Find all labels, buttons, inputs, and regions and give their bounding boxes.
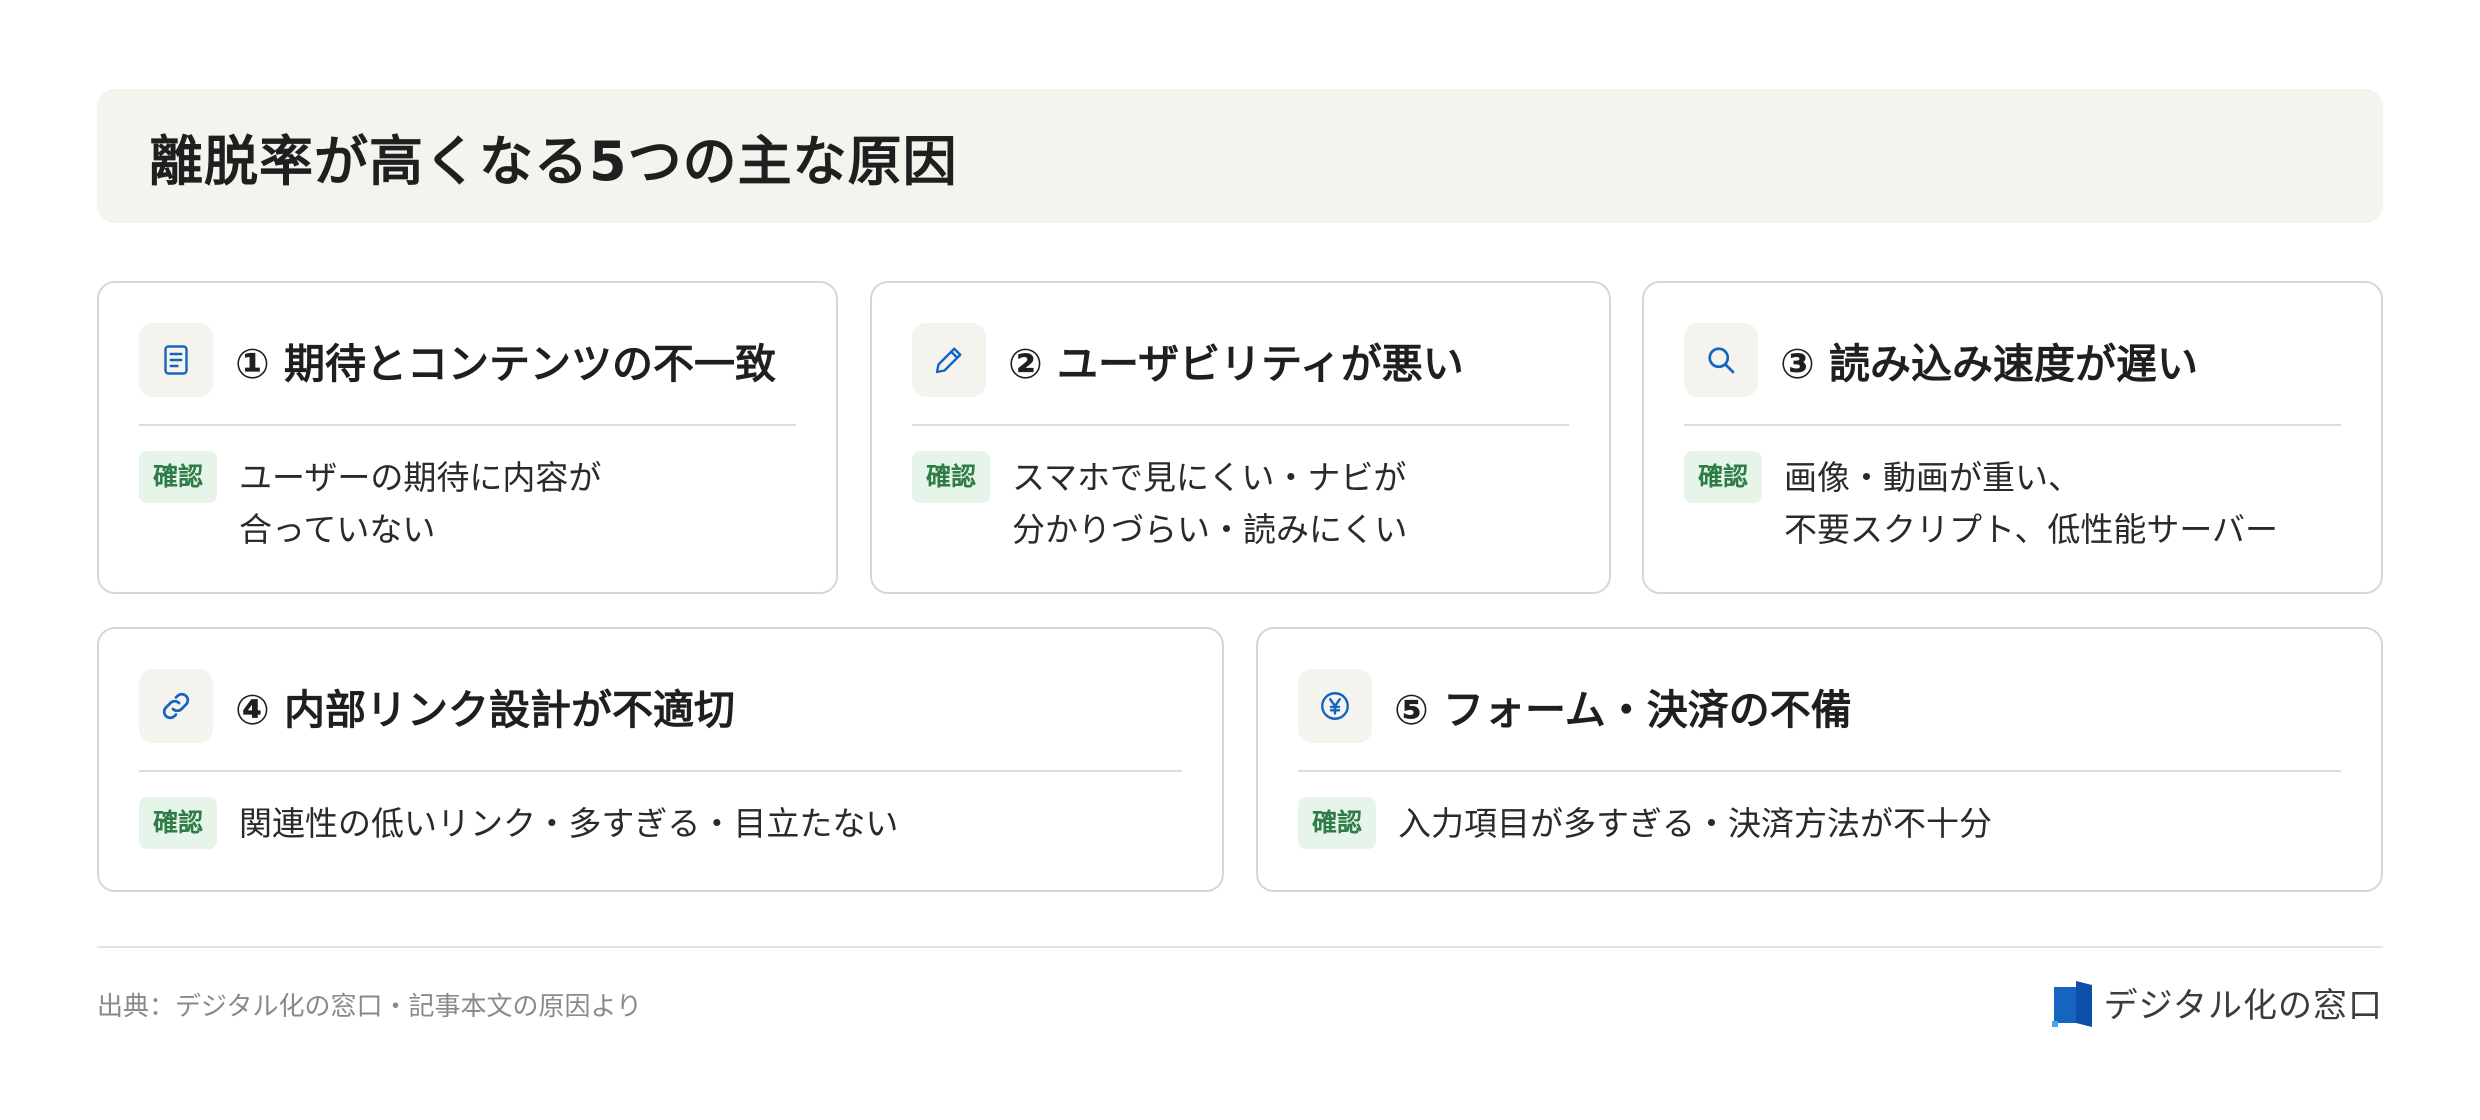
card-title: ① 期待とコンテンツの不一致 xyxy=(235,340,776,388)
desc-line: 関連性の低いリンク・多すぎる・目立たない xyxy=(239,804,899,843)
card-description: 入力項目が多すぎる・決済方法が不十分 xyxy=(1398,798,1992,850)
card-divider xyxy=(139,424,796,426)
desc-line: 合っていない xyxy=(239,510,436,549)
card-body: 確認 入力項目が多すぎる・決済方法が不十分 xyxy=(1298,797,2351,850)
desc-line: 画像・動画が重い、 xyxy=(1784,458,2082,497)
desc-line: ユーザーの期待に内容が xyxy=(239,458,602,497)
card-title: ⑤ フォーム・決済の不備 xyxy=(1394,686,1852,734)
card-body: 確認 関連性の低いリンク・多すぎる・目立たない xyxy=(139,797,1192,850)
cause-card-5: ⑤ フォーム・決済の不備 確認 入力項目が多すぎる・決済方法が不十分 xyxy=(1256,627,2383,892)
desc-line: スマホで見にくい・ナビが xyxy=(1012,458,1407,497)
card-divider xyxy=(139,770,1182,772)
check-badge: 確認 xyxy=(1684,451,1763,503)
card-body: 確認 スマホで見にくい・ナビが 分かりづらい・読みにくい xyxy=(912,451,1579,556)
check-badge: 確認 xyxy=(1298,797,1377,849)
brand: デジタル化の窓口 xyxy=(2051,978,2383,1027)
footer-divider xyxy=(97,946,2383,948)
card-header: ⑤ フォーム・決済の不備 xyxy=(1298,669,2341,743)
card-header: ③ 読み込み速度が遅い xyxy=(1684,323,2341,397)
card-description: ユーザーの期待に内容が 合っていない xyxy=(239,452,601,556)
card-body: 確認 画像・動画が重い、 不要スクリプト、低性能サーバー xyxy=(1684,451,2351,556)
yen-icon xyxy=(1298,669,1372,743)
card-header: ① 期待とコンテンツの不一致 xyxy=(139,323,796,397)
link-icon xyxy=(139,669,213,743)
cause-card-1: ① 期待とコンテンツの不一致 確認 ユーザーの期待に内容が 合っていない xyxy=(97,281,838,594)
page-title: 離脱率が高くなる5つの主な原因 xyxy=(149,129,958,193)
card-description: 画像・動画が重い、 不要スクリプト、低性能サーバー xyxy=(1784,452,2278,556)
card-header: ④ 内部リンク設計が不適切 xyxy=(139,669,1182,743)
desc-line: 分かりづらい・読みにくい xyxy=(1012,510,1408,549)
desc-line: 入力項目が多すぎる・決済方法が不十分 xyxy=(1398,804,1993,843)
title-banner: 離脱率が高くなる5つの主な原因 xyxy=(97,89,2383,223)
brand-name: デジタル化の窓口 xyxy=(2103,986,2383,1026)
desc-line: 不要スクリプト、低性能サーバー xyxy=(1784,510,2279,549)
cause-card-3: ③ 読み込み速度が遅い 確認 画像・動画が重い、 不要スクリプト、低性能サーバー xyxy=(1642,281,2383,594)
search-icon xyxy=(1684,323,1758,397)
document-icon xyxy=(139,323,213,397)
source-note: 出典：デジタル化の窓口・記事本文の原因より xyxy=(97,992,642,1022)
card-body: 確認 ユーザーの期待に内容が 合っていない xyxy=(139,451,806,556)
card-divider xyxy=(1684,424,2341,426)
brand-logo-icon xyxy=(2051,980,2092,1027)
card-description: スマホで見にくい・ナビが 分かりづらい・読みにくい xyxy=(1012,452,1407,556)
cause-card-4: ④ 内部リンク設計が不適切 確認 関連性の低いリンク・多すぎる・目立たない xyxy=(97,627,1224,892)
card-title: ③ 読み込み速度が遅い xyxy=(1780,340,2198,388)
check-badge: 確認 xyxy=(912,451,991,503)
card-title: ② ユーザビリティが悪い xyxy=(1008,340,1464,388)
card-description: 関連性の低いリンク・多すぎる・目立たない xyxy=(239,798,898,850)
pencil-icon xyxy=(912,323,986,397)
check-badge: 確認 xyxy=(139,797,218,849)
check-badge: 確認 xyxy=(139,451,218,503)
card-header: ② ユーザビリティが悪い xyxy=(912,323,1569,397)
card-divider xyxy=(912,424,1569,426)
card-title: ④ 内部リンク設計が不適切 xyxy=(235,686,735,734)
card-divider xyxy=(1298,770,2341,772)
cause-card-2: ② ユーザビリティが悪い 確認 スマホで見にくい・ナビが 分かりづらい・読みにく… xyxy=(870,281,1611,594)
